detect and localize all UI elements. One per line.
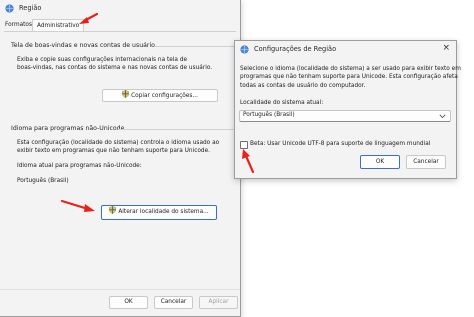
region-window: Região Formatos Administrativo Tela de b…: [0, 0, 241, 317]
current-language-label: Idioma atual para programas não-Unicode:: [17, 163, 142, 169]
tab-administrativo-label: Administrativo: [37, 23, 80, 29]
locale-select[interactable]: Português (Brasil): [239, 110, 451, 122]
region-settings-dialog: Configurações de Região × Selecione o id…: [234, 40, 461, 179]
chevron-down-icon: [439, 114, 446, 119]
uac-shield-icon: [122, 90, 129, 98]
dialog-line-1: Selecione o idioma (localidade do sistem…: [240, 66, 461, 72]
beta-utf8-checkbox-label[interactable]: Beta: Usar Unicode UTF-8 para suporte de…: [250, 141, 430, 147]
locale-select-value: Português (Brasil): [243, 112, 295, 118]
dialog-titlebar: Configurações de Região ×: [235, 41, 456, 57]
dialog-ok-button[interactable]: OK: [360, 155, 400, 169]
globe-settings-icon: [5, 3, 14, 13]
tab-divider: [4, 31, 236, 32]
dialog-cancel-button[interactable]: Cancelar: [406, 155, 446, 169]
dialog-line-2: programas que não tenham suporte para Un…: [240, 74, 458, 81]
unicode-section-title: Idioma para programas não-Unicode: [11, 125, 125, 132]
change-system-locale-button-label: Alterar localidade do sistema...: [118, 209, 209, 215]
tab-formatos[interactable]: Formatos: [5, 22, 32, 28]
welcome-line-1: Exiba e copie suas configurações interna…: [17, 57, 188, 63]
dialog-description: Selecione o idioma (localidade do sistem…: [240, 65, 461, 90]
globe-settings-icon: [240, 44, 249, 54]
current-language-value: Português (Brasil): [17, 178, 69, 184]
dialog-title: Configurações de Região: [254, 45, 337, 53]
tab-administrativo[interactable]: Administrativo: [32, 19, 85, 31]
beta-utf8-checkbox[interactable]: [240, 141, 248, 149]
copy-settings-button[interactable]: Copiar configurações...: [102, 89, 218, 102]
region-ok-button[interactable]: OK: [109, 296, 148, 309]
region-window-title: Região: [19, 4, 42, 12]
close-icon[interactable]: ×: [442, 43, 450, 54]
unicode-line-2: exibir texto em programas que não tenham…: [17, 148, 211, 155]
uac-shield-icon: [109, 206, 117, 214]
region-apply-button[interactable]: Aplicar: [199, 296, 238, 309]
unicode-section-text: Esta configuração (localidade do sistema…: [17, 139, 219, 156]
unicode-line-1: Esta configuração (localidade do sistema…: [17, 140, 220, 146]
welcome-line-2: boas-vindas, nas contas do sistema e nas…: [17, 65, 213, 72]
region-cancel-button[interactable]: Cancelar: [154, 296, 193, 309]
copy-settings-button-label: Copiar configurações...: [131, 93, 198, 99]
welcome-section-title: Tela de boas-vindas e novas contas de us…: [11, 42, 155, 49]
footer-divider: [0, 289, 240, 290]
locale-label: Localidade do sistema atual:: [240, 100, 324, 106]
welcome-section-text: Exiba e copie suas configurações interna…: [17, 56, 212, 73]
dialog-line-3: todas as contas de usuário do computador…: [240, 82, 366, 89]
region-titlebar: Região: [0, 0, 240, 16]
change-system-locale-button[interactable]: Alterar localidade do sistema...: [101, 205, 217, 220]
welcome-section-rule: [154, 46, 234, 47]
unicode-section-rule: [118, 129, 234, 130]
